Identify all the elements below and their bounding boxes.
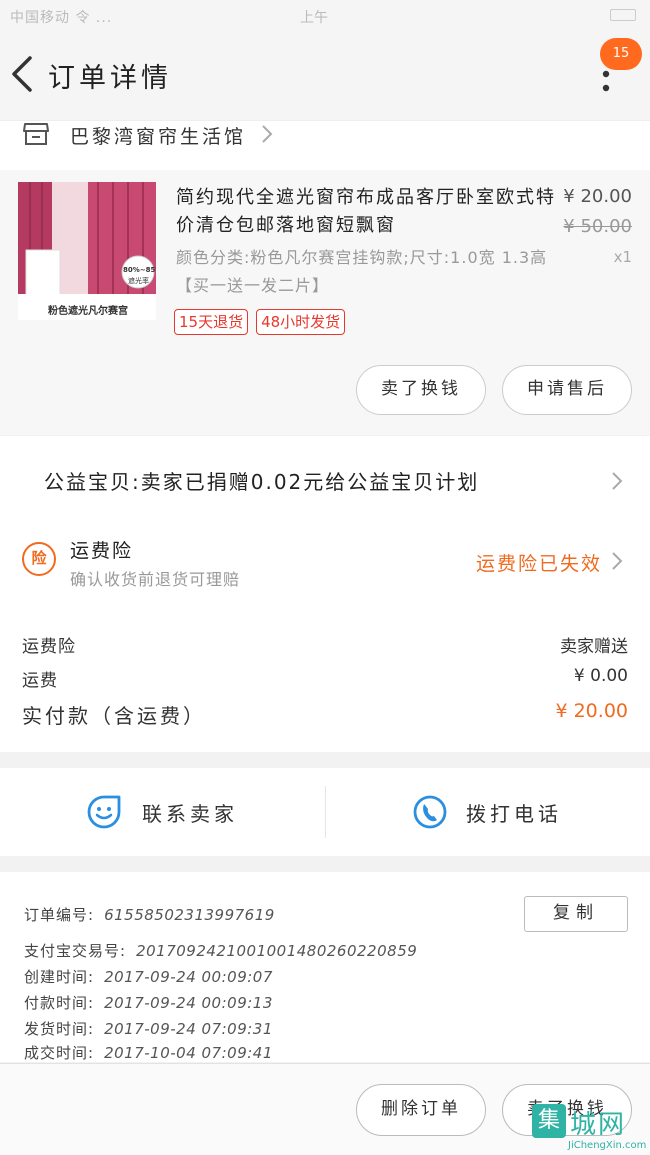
- shop-name: 巴黎湾窗帘生活馆: [70, 126, 247, 148]
- fee-value: 卖家赠送: [560, 637, 628, 657]
- watermark-box: 集: [532, 1104, 566, 1138]
- status-time: 上午: [300, 10, 328, 26]
- fee-label: 运费险: [22, 637, 76, 657]
- sell-again-button[interactable]: 卖了换钱: [356, 365, 486, 415]
- contact-bar: 联系卖家 拨打电话: [0, 768, 650, 856]
- fee-summary: 运费险 卖家赠送 运费 ¥ 0.00 实付款（含运费） ¥ 20.00: [0, 612, 650, 752]
- notification-badge[interactable]: 15: [600, 38, 642, 70]
- more-options-icon[interactable]: [594, 68, 618, 98]
- chat-smiley-icon: [87, 795, 121, 829]
- copy-button[interactable]: 复制: [524, 896, 628, 932]
- thumb-caption: 粉色遮光凡尔赛宫: [48, 306, 128, 317]
- back-arrow-icon[interactable]: [6, 52, 40, 96]
- store-icon: [23, 123, 49, 145]
- total-value: ¥ 20.00: [555, 700, 628, 722]
- order-number-value: 61558502313997619: [104, 906, 275, 924]
- after-sale-button[interactable]: 申请售后: [502, 365, 632, 415]
- header: 订单详情 15: [0, 30, 650, 120]
- product-quantity: x1: [613, 248, 632, 266]
- call-phone-button[interactable]: 拨打电话: [326, 768, 650, 856]
- order-info: 订单编号: 61558502313997619 复制 支付宝交易号: 2017092…: [0, 872, 650, 1062]
- original-price: ¥ 50.00: [563, 216, 632, 237]
- call-phone-label: 拨打电话: [466, 802, 562, 826]
- watermark-en: JiChengXin.com: [568, 1140, 647, 1151]
- completed-time-label: 成交时间:: [24, 1044, 95, 1062]
- insurance-title: 运费险: [70, 540, 134, 562]
- charity-text: 公益宝贝:卖家已捐赠0.02元给公益宝贝计划: [44, 470, 480, 494]
- created-time-row: 创建时间: 2017-09-24 00:09:07: [24, 966, 273, 987]
- fee-value: ¥ 0.00: [573, 666, 628, 686]
- service-tags: 15天退货 48小时发货: [174, 309, 353, 335]
- fee-label: 运费: [22, 671, 58, 691]
- chevron-right-icon: [262, 125, 273, 143]
- created-time-value: 2017-09-24 00:09:07: [104, 968, 273, 986]
- product-price: ¥ 20.00: [563, 186, 632, 207]
- status-bar: 中国移动 令 ... 上午: [0, 0, 650, 30]
- delete-order-button[interactable]: 删除订单: [356, 1084, 486, 1136]
- paid-time-label: 付款时间:: [24, 994, 95, 1012]
- charity-row[interactable]: 公益宝贝:卖家已捐赠0.02元给公益宝贝计划: [0, 436, 650, 522]
- shop-row[interactable]: 巴黎湾窗帘生活馆: [0, 120, 650, 170]
- alipay-number-row: 支付宝交易号: 2017092421001001480260220859: [24, 940, 417, 961]
- alipay-number-label: 支付宝交易号:: [24, 942, 127, 960]
- product-card[interactable]: 80%~85% 遮光率 粉色遮光凡尔赛宫 简约现代全遮光窗帘布成品客厅卧室欧式特…: [0, 170, 650, 435]
- shipped-time-row: 发货时间: 2017-09-24 07:09:31: [24, 1018, 273, 1039]
- created-time-label: 创建时间:: [24, 968, 95, 986]
- battery-icon: [610, 9, 636, 21]
- page-title: 订单详情: [48, 63, 172, 94]
- carrier-signal: 中国移动 令 ...: [10, 10, 113, 26]
- total-label: 实付款（含运费）: [22, 704, 206, 728]
- alipay-number-value: 2017092421001001480260220859: [136, 942, 418, 960]
- watermark-cn: 城网: [570, 1110, 627, 1140]
- contact-seller-label: 联系卖家: [142, 802, 238, 826]
- product-thumbnail[interactable]: 80%~85% 遮光率 粉色遮光凡尔赛宫: [18, 182, 156, 320]
- insurance-icon: 险: [22, 542, 56, 576]
- chevron-right-icon: [612, 552, 623, 570]
- paid-time-value: 2017-09-24 00:09:13: [104, 994, 273, 1012]
- completed-time-row: 成交时间: 2017-10-04 07:09:41: [24, 1042, 273, 1063]
- insurance-status: 运费险已失效: [475, 553, 602, 575]
- tag-shipping: 48小时发货: [256, 309, 346, 335]
- shipped-time-label: 发货时间:: [24, 1020, 95, 1038]
- order-number-label: 订单编号:: [24, 906, 95, 924]
- order-number-row: 订单编号: 61558502313997619: [24, 904, 275, 925]
- shipped-time-value: 2017-09-24 07:09:31: [104, 1020, 273, 1038]
- shipping-insurance-row[interactable]: 险 运费险 确认收货前退货可理赔 运费险已失效: [0, 522, 650, 612]
- paid-time-row: 付款时间: 2017-09-24 00:09:13: [24, 992, 273, 1013]
- thumb-badge-line1: 80%~85%: [123, 266, 156, 274]
- phone-icon: [413, 795, 447, 829]
- chevron-right-icon: [612, 472, 623, 490]
- tag-return: 15天退货: [174, 309, 249, 335]
- product-sku: 颜色分类:粉色凡尔赛宫挂钩款;尺寸:1.0宽 1.3高【买一送一发二片】: [176, 248, 548, 295]
- contact-seller-button[interactable]: 联系卖家: [0, 768, 325, 856]
- thumb-badge-line2: 遮光率: [128, 277, 149, 285]
- insurance-subtitle: 确认收货前退货可理赔: [70, 570, 241, 589]
- curtain-image: [18, 182, 156, 320]
- product-name[interactable]: 简约现代全遮光窗帘布成品客厅卧室欧式特价清仓包邮落地窗短飘窗: [176, 184, 556, 240]
- watermark-logo: 集 城网 JiChengXin.com: [532, 1100, 650, 1155]
- completed-time-value: 2017-10-04 07:09:41: [104, 1044, 273, 1062]
